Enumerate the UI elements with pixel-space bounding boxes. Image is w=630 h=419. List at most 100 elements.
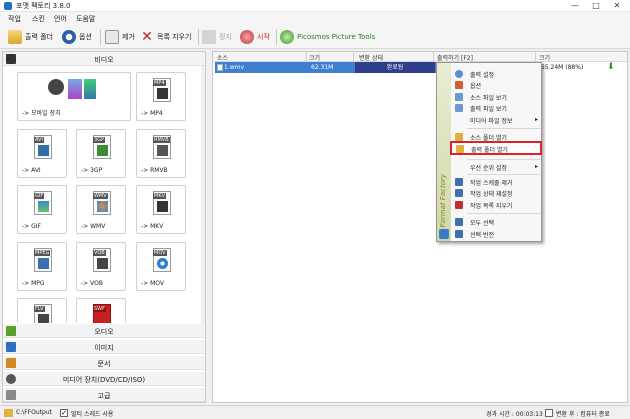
tile-mkv[interactable]: MKV -> MKV — [136, 185, 186, 234]
picosmos-icon — [280, 30, 294, 44]
stop-button[interactable]: 정지 — [202, 29, 232, 45]
ctx-output-settings[interactable]: 출력 설정 — [451, 69, 541, 79]
category-audio[interactable]: 오디오 — [3, 324, 205, 338]
flv-file-icon: FLV — [34, 304, 52, 323]
cell-status: 완료됨 — [355, 62, 435, 73]
submenu-arrow-icon: ▸ — [534, 163, 538, 170]
select-all-icon — [455, 218, 463, 226]
settings-icon — [455, 70, 463, 78]
download-arrow-icon: ⬇ — [607, 62, 615, 72]
ctx-view-source-file[interactable]: 소스 파일 보기 — [451, 92, 541, 102]
ctx-priority[interactable]: 우선 순위 설정 ▸ — [451, 162, 541, 172]
tiles-scrollbar[interactable] — [201, 66, 205, 324]
format-tiles: -> 모바일 장치 MP4 -> MP4 AVI -> AVI 3GP -> 3… — [3, 68, 201, 323]
ctx-select-all[interactable]: 모두 선택 — [451, 217, 541, 227]
category-advanced[interactable]: 고급 — [3, 388, 205, 402]
tile-swf[interactable]: SWF — [76, 298, 126, 323]
tile-mobile-device[interactable]: -> 모바일 장치 — [17, 72, 131, 121]
mobile-device-icon — [48, 79, 64, 95]
task-list: 소스 크기 변환 상태 출력하기 [F2] 크기 1.wmv 62.31M 완료… — [212, 51, 628, 403]
ctx-reset-status[interactable]: 작업 상태 재설정 — [451, 188, 541, 198]
multithread-checkbox[interactable]: ✓ — [60, 409, 68, 417]
table-row[interactable]: 1.wmv 62.31M 완료됨 55.24M (88%) ⬇ — [215, 62, 627, 73]
swf-file-icon: SWF — [93, 304, 111, 323]
close-button[interactable]: ✕ — [607, 0, 627, 11]
clear-icon — [455, 201, 463, 209]
tile-flv[interactable]: FLV — [17, 298, 67, 323]
tile-3gp[interactable]: 3GP -> 3GP — [76, 129, 126, 178]
vob-file-icon: VOB — [93, 248, 111, 272]
app-icon — [4, 2, 12, 10]
ctx-view-output-file[interactable]: 출력 파일 보기 — [451, 103, 541, 113]
minimize-button[interactable]: — — [565, 0, 585, 11]
menu-language[interactable]: 언어 — [54, 14, 67, 24]
gif-file-icon: GIF — [34, 191, 52, 215]
tile-wmv[interactable]: WMV -> WMV — [76, 185, 126, 234]
view-source-icon — [455, 93, 463, 101]
ctx-invert-selection[interactable]: 선택 반전 — [451, 229, 541, 239]
mpg-file-icon: MPEG — [34, 248, 52, 272]
tile-rmvb[interactable]: RMVB -> RMVB — [136, 129, 186, 178]
start-button[interactable]: 시작 — [240, 29, 270, 45]
ctx-media-info[interactable]: 미디어 파일 정보 ▸ — [451, 115, 541, 125]
status-bar: C:\FFOutput ✓ 멀티 스레드 사용 경과 시간 : 00:03:13… — [0, 405, 630, 419]
menu-task[interactable]: 작업 — [8, 14, 21, 24]
folder-icon — [455, 133, 463, 141]
col-output[interactable]: 출력하기 [F2] — [437, 53, 473, 62]
folder-icon — [4, 409, 13, 417]
picosmos-button[interactable]: Picosmos Picture Tools — [280, 29, 375, 45]
clear-list-button[interactable]: ✕ 목록 지우기 — [140, 29, 191, 45]
avi-file-icon: AVI — [34, 135, 52, 159]
remove-button[interactable]: 제거 — [105, 29, 135, 45]
tile-gif[interactable]: GIF -> GIF — [17, 185, 67, 234]
menu-help[interactable]: 도움말 — [76, 14, 95, 24]
ctx-remove-schedule[interactable]: 작업 스케줄 제거 — [451, 177, 541, 187]
conversion-panel: 비디오 -> 모바일 장치 MP4 -> MP4 AVI -> AVI 3GP … — [2, 51, 206, 403]
elapsed-time: 경과 시간 : 00:03:13 — [486, 411, 543, 418]
shutdown-checkbox[interactable] — [545, 409, 553, 417]
col-size[interactable]: 크기 — [309, 53, 320, 62]
output-path[interactable]: C:\FFOutput — [16, 409, 52, 416]
cell-output-size: 55.24M (88%) — [541, 64, 584, 71]
output-folder-button[interactable]: 출력 폴더 — [8, 29, 53, 45]
folder-icon — [8, 30, 22, 44]
col-status[interactable]: 변환 상태 — [359, 53, 383, 62]
view-output-icon — [455, 104, 463, 112]
tile-mp4[interactable]: MP4 -> MP4 — [136, 72, 186, 121]
menu-skin[interactable]: 스킨 — [32, 14, 45, 24]
mp4-file-icon: MP4 — [153, 78, 171, 102]
cell-source: 1.wmv — [215, 62, 307, 73]
maximize-button[interactable]: □ — [586, 0, 606, 11]
category-document[interactable]: 문서 — [3, 356, 205, 370]
toolbar: 출력 폴더 옵션 제거 ✕ 목록 지우기 정지 시작 Picosmos Pict… — [0, 25, 630, 49]
submenu-arrow-icon: ▸ — [534, 116, 538, 123]
title-bar: 포맷 팩토리 3.8.0 — □ ✕ — [0, 0, 630, 12]
col-output-size[interactable]: 크기 — [539, 53, 550, 62]
options-button[interactable]: 옵션 — [62, 29, 92, 45]
options-icon — [455, 81, 463, 89]
format-factory-logo-icon — [439, 229, 449, 239]
multithread-label: 멀티 스레드 사용 — [71, 411, 114, 418]
category-video[interactable]: 비디오 — [3, 52, 205, 66]
invert-icon — [455, 230, 463, 238]
cell-size: 62.31M — [307, 62, 355, 73]
3gp-file-icon: 3GP — [93, 135, 111, 159]
tile-vob[interactable]: VOB -> VOB — [76, 242, 126, 291]
mov-file-icon: MOV — [153, 248, 171, 272]
category-image[interactable]: 이미지 — [3, 340, 205, 354]
ctx-open-output-folder[interactable]: 출력 폴더 열기 — [450, 141, 542, 155]
tile-mpg[interactable]: MPEG -> MPG — [17, 242, 67, 291]
options-icon — [62, 30, 76, 44]
category-media-device[interactable]: 미디어 장치(DVD/CD/ISO) — [3, 372, 205, 386]
tile-avi[interactable]: AVI -> AVI — [17, 129, 67, 178]
start-icon — [240, 30, 254, 44]
mkv-file-icon: MKV — [153, 191, 171, 215]
ctx-clear-task-list[interactable]: 작업 목록 지우기 — [451, 200, 541, 210]
window-title: 포맷 팩토리 3.8.0 — [16, 2, 71, 10]
rmvb-file-icon: RMVB — [153, 135, 171, 159]
clear-x-icon: ✕ — [141, 29, 153, 45]
tile-mov[interactable]: MOV -> MOV — [136, 242, 186, 291]
stop-icon — [202, 30, 216, 44]
col-source[interactable]: 소스 — [217, 53, 228, 62]
ctx-options[interactable]: 옵션 — [451, 80, 541, 90]
